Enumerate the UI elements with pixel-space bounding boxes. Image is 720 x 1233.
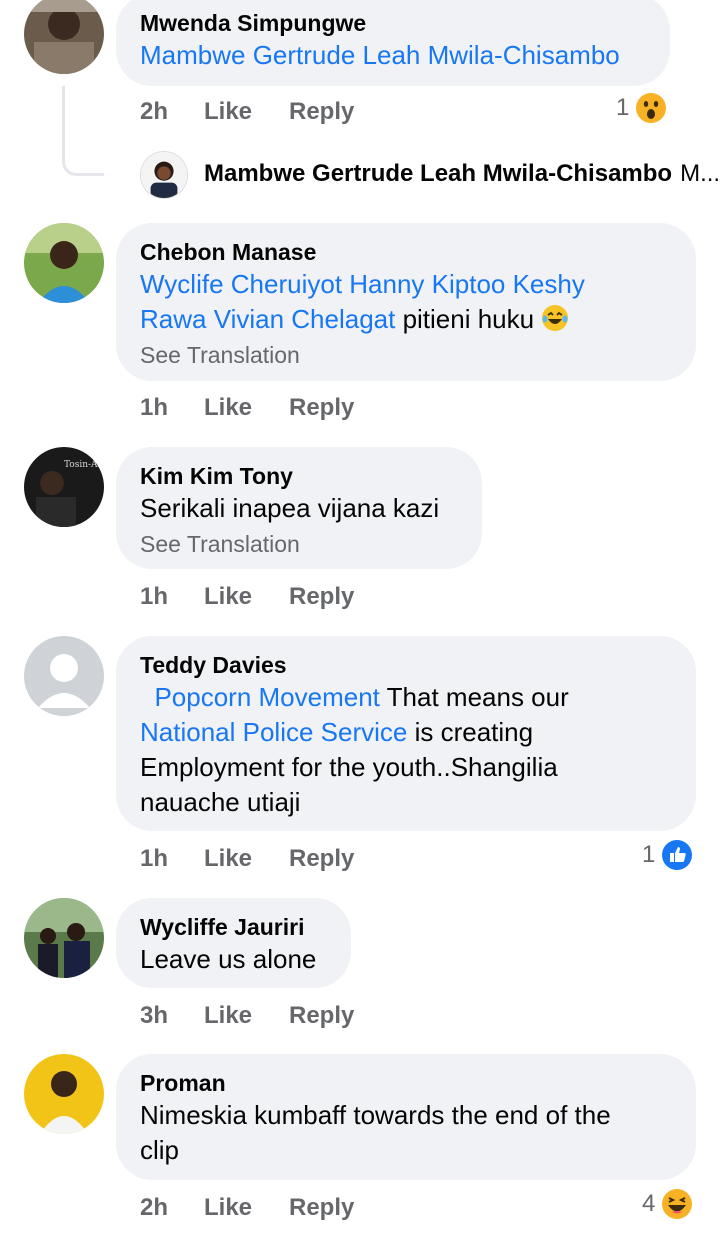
reply-button[interactable]: Reply [289, 583, 354, 611]
like-button[interactable]: Like [204, 1002, 289, 1030]
comment-text: Employment for the youth..Shangilia [140, 752, 558, 782]
avatar-mambwe[interactable] [140, 151, 188, 199]
comment-actions: 1h Like Reply [140, 577, 354, 617]
comment-author[interactable]: Wycliffe Jauriri [140, 912, 327, 942]
comment-bubble: Teddy Davies Popcorn Movement That means… [116, 636, 696, 831]
comment-author[interactable]: Proman [140, 1068, 672, 1098]
thread-connector [62, 86, 104, 176]
comment-text: clip [140, 1135, 180, 1165]
comment-bubble: Wycliffe Jauriri Leave us alone [116, 898, 351, 988]
comment-actions: 1h Like Reply [140, 388, 354, 428]
comment-author[interactable]: Teddy Davies [140, 650, 672, 680]
comment-bubble: Proman Nimeskia kumbaff towards the end … [116, 1054, 696, 1180]
avatar-wycliffe[interactable] [24, 898, 104, 978]
reply-button[interactable]: Reply [289, 1002, 354, 1030]
see-translation-link[interactable]: See Translation [140, 528, 458, 560]
avatar-mwenda[interactable] [24, 0, 104, 74]
comment-actions: 2h Like Reply [140, 1188, 354, 1228]
comment-time[interactable]: 2h [140, 98, 204, 126]
comment-actions: 1h Like Reply [140, 839, 354, 879]
comment-author[interactable]: Chebon Manase [140, 237, 672, 267]
reaction-summary[interactable]: 1 [642, 839, 693, 871]
mention-link[interactable]: Popcorn Movement [154, 682, 379, 712]
comment-text: Leave us alone [140, 944, 317, 974]
like-button[interactable]: Like [204, 394, 289, 422]
reaction-count: 4 [642, 1190, 656, 1217]
comment-actions: 2h Like Reply [140, 92, 354, 132]
comment-actions: 3h Like Reply [140, 996, 354, 1036]
reply-author[interactable]: Mambwe Gertrude Leah Mwila-Chisambo [204, 160, 672, 188]
reply-button[interactable]: Reply [289, 98, 354, 126]
see-translation-link[interactable]: See Translation [140, 339, 672, 371]
avatar-chebon[interactable] [24, 223, 104, 303]
comment-text: Nimeskia kumbaff towards the end of the [140, 1100, 611, 1130]
comment-author[interactable]: Mwenda Simpungwe [140, 8, 646, 38]
mention-link[interactable]: Mambwe Gertrude Leah Mwila-Chisambo [140, 40, 620, 70]
comment-text: Serikali inapea vijana kazi [140, 493, 440, 523]
reaction-summary[interactable]: 4 [642, 1188, 693, 1220]
reaction-count: 1 [616, 94, 630, 121]
reply-button[interactable]: Reply [289, 394, 354, 422]
reply-preview[interactable]: Mambwe Gertrude Leah Mwila-Chisambo M... [204, 160, 720, 188]
comment-text: is creating [407, 717, 534, 747]
avatar-kimkim[interactable]: Tosin-Abasi [24, 447, 104, 527]
mention-link[interactable]: Rawa Vivian Chelagat [140, 304, 395, 334]
comment-bubble: Chebon Manase Wyclife Cheruiyot Hanny Ki… [116, 223, 696, 381]
like-button[interactable]: Like [204, 845, 289, 873]
like-icon [662, 840, 693, 870]
comment-bubble: Mwenda Simpungwe Mambwe Gertrude Leah Mw… [116, 0, 670, 86]
mention-link[interactable]: National Police Service [140, 717, 407, 747]
reaction-summary[interactable]: 1 [616, 92, 667, 124]
reply-button[interactable]: Reply [289, 845, 354, 873]
wow-icon [636, 93, 667, 123]
avatar-default-icon[interactable] [24, 636, 104, 716]
reply-button[interactable]: Reply [289, 1194, 354, 1222]
comment-author[interactable]: Kim Kim Tony [140, 461, 458, 491]
comment-time[interactable]: 1h [140, 394, 204, 422]
comment-text: That means our [379, 682, 569, 712]
avatar-proman[interactable] [24, 1054, 104, 1134]
comment-time[interactable]: 3h [140, 1002, 204, 1030]
reaction-count: 1 [642, 841, 656, 868]
like-button[interactable]: Like [204, 583, 289, 611]
laughing-tears-emoji-icon [542, 305, 569, 331]
comment-bubble: Kim Kim Tony Serikali inapea vijana kazi… [116, 447, 482, 569]
avatar-watermark: Tosin-Abasi [64, 460, 104, 470]
haha-icon [662, 1189, 693, 1219]
comment-time[interactable]: 1h [140, 583, 204, 611]
comment-time[interactable]: 1h [140, 845, 204, 873]
reply-snippet: M... [680, 160, 720, 187]
comment-text: nauache utiaji [140, 787, 301, 817]
like-button[interactable]: Like [204, 98, 289, 126]
comment-text: pitieni huku [395, 304, 542, 334]
like-button[interactable]: Like [204, 1194, 289, 1222]
mention-link[interactable]: Wyclife Cheruiyot Hanny Kiptoo Keshy [140, 269, 585, 299]
comment-time[interactable]: 2h [140, 1194, 204, 1222]
